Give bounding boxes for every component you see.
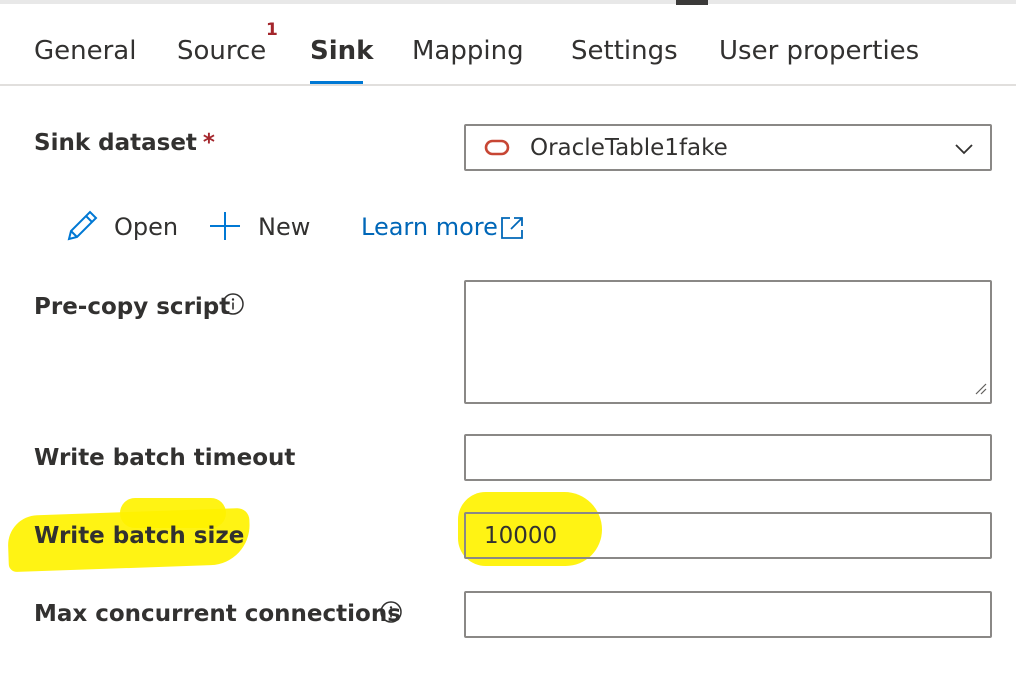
tab-general[interactable]: General [34,33,136,73]
chevron-down-icon[interactable] [954,141,974,160]
tab-sink[interactable]: Sink [310,33,373,73]
pencil-icon [64,210,100,253]
required-asterisk: * [202,130,215,156]
write-batch-timeout-input[interactable] [464,434,992,481]
write-batch-size-input[interactable]: 10000 [464,512,992,559]
tab-source-error-badge: 1 [266,20,278,40]
max-concurrent-connections-label: Max concurrent connections [34,601,401,627]
sink-settings-panel: General Source 1 Sink Mapping Settings U… [0,0,1016,686]
max-concurrent-connections-input[interactable] [464,591,992,638]
pre-copy-script-label: Pre-copy script [34,294,231,320]
tab-source[interactable]: Source [177,33,266,73]
learn-more-link[interactable]: Learn more [361,210,531,246]
top-border [0,0,1016,4]
external-link-icon [499,215,525,250]
write-batch-timeout-label: Write batch timeout [34,445,296,471]
write-batch-size-value: 10000 [484,523,558,549]
info-icon[interactable] [379,600,403,628]
sink-dataset-value: OracleTable1fake [530,135,728,161]
sink-dataset-label-text: Sink dataset [34,130,197,156]
open-label: Open [114,213,179,241]
top-border-accent [676,0,708,5]
write-batch-size-label: Write batch size [34,523,245,549]
open-dataset-button[interactable]: Open [64,210,180,246]
resize-grip-icon[interactable] [974,381,988,400]
tab-mapping[interactable]: Mapping [412,33,524,73]
plus-icon [208,210,242,253]
tab-user-properties[interactable]: User properties [719,33,919,73]
sink-dataset-label: Sink dataset * [34,130,215,156]
sink-dataset-dropdown[interactable]: OracleTable1fake [464,124,992,171]
pre-copy-script-textarea[interactable] [464,280,992,404]
info-icon[interactable] [221,292,245,320]
new-dataset-button[interactable]: New [208,210,313,246]
tab-divider [0,84,1016,86]
tab-settings[interactable]: Settings [571,33,678,73]
new-label: New [258,213,311,241]
oracle-icon [484,139,510,161]
learn-more-label: Learn more [361,213,498,241]
